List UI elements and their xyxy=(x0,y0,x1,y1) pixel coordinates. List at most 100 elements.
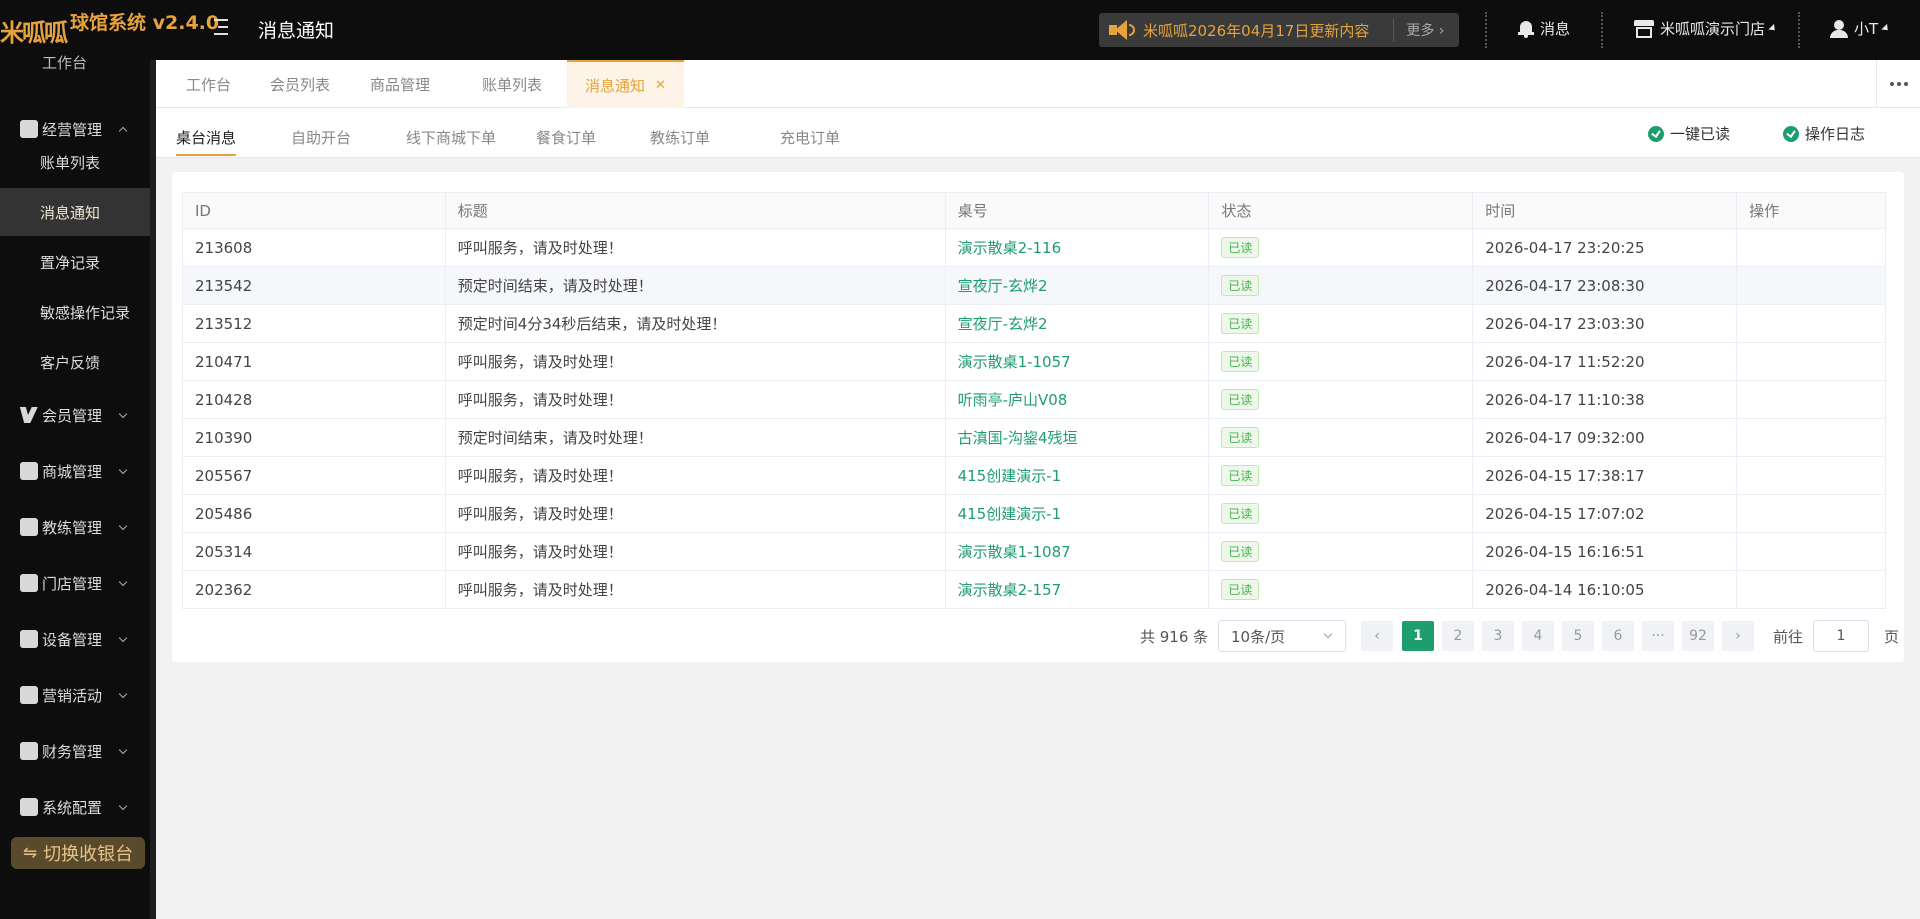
tab-workbench[interactable]: 工作台 xyxy=(168,60,249,108)
more-icon[interactable] xyxy=(1876,60,1920,108)
cell-time: 2026-04-14 16:10:05 xyxy=(1472,570,1738,609)
cell-time: 2026-04-17 09:32:00 xyxy=(1472,418,1738,457)
subtab-self-open[interactable]: 自助开台 xyxy=(291,127,351,148)
prev-page-icon[interactable]: ‹ xyxy=(1361,621,1393,651)
store-icon xyxy=(20,574,38,592)
table-no-link[interactable]: 古滇国-沟鋆4残垣 xyxy=(958,429,1078,447)
tab-messages[interactable]: 消息通知 ✕ xyxy=(567,60,684,108)
user-menu[interactable]: 小T xyxy=(1830,18,1891,39)
cell-actions xyxy=(1736,304,1886,343)
status-badge: 已读 xyxy=(1221,313,1260,334)
member-icon xyxy=(20,406,38,424)
page-title: 消息通知 xyxy=(258,20,335,42)
cell-table-no: 演示散桌2-116 xyxy=(944,228,1210,267)
sidebar-group-label: 经营管理 xyxy=(42,120,103,139)
sidebar-group-marketing[interactable]: 营销活动 xyxy=(0,675,150,715)
business-icon xyxy=(20,120,38,138)
cell-title: 呼叫服务，请及时处理！ xyxy=(444,532,946,571)
next-page-icon[interactable]: › xyxy=(1722,621,1754,651)
sidebar-group-members[interactable]: 会员管理 xyxy=(0,395,150,435)
switch-icon: ⇋ xyxy=(22,843,38,863)
mark-all-read-button[interactable]: 一键已读 xyxy=(1648,123,1730,144)
cell-actions xyxy=(1736,418,1886,457)
notice-more-link[interactable]: 更多 › xyxy=(1406,20,1444,40)
cell-title: 呼叫服务，请及时处理！ xyxy=(444,342,946,381)
switch-cashier-button[interactable]: ⇋ 切换收银台 xyxy=(11,837,145,869)
cell-status: 已读 xyxy=(1208,304,1474,343)
page-button[interactable]: 2 xyxy=(1442,621,1474,651)
table-no-link[interactable]: 415创建演示-1 xyxy=(958,467,1062,485)
chevron-down-icon xyxy=(1323,629,1333,639)
status-badge: 已读 xyxy=(1221,237,1260,258)
menu-toggle-icon[interactable] xyxy=(214,17,234,37)
subtab-table-messages[interactable]: 桌台消息 xyxy=(176,127,236,148)
sidebar-item-messages[interactable]: 消息通知 xyxy=(0,188,150,236)
sidebar-scrollbar[interactable] xyxy=(150,60,156,919)
sidebar-group-system[interactable]: 系统配置 xyxy=(0,787,150,827)
notice-text[interactable]: 米呱呱2026年04月17日更新内容 xyxy=(1143,20,1369,41)
cell-time: 2026-04-15 17:07:02 xyxy=(1472,494,1738,533)
app-title: 球馆系统 v2.4.0 xyxy=(70,12,220,34)
table-no-link[interactable]: 演示散桌2-157 xyxy=(958,581,1062,599)
status-badge: 已读 xyxy=(1221,541,1260,562)
cell-time: 2026-04-17 11:10:38 xyxy=(1472,380,1738,419)
table-row: 213542 预定时间结束，请及时处理！ 宣夜厅-玄烨2 已读 2026-04-… xyxy=(182,266,1886,305)
tab-products[interactable]: 商品管理 xyxy=(352,60,448,108)
sidebar-group-device[interactable]: 设备管理 xyxy=(0,619,150,659)
sidebar-group-coach[interactable]: 教练管理 xyxy=(0,507,150,547)
cell-table-no: 宣夜厅-玄烨2 xyxy=(944,304,1210,343)
total-count: 共 916 条 xyxy=(1140,628,1209,646)
page-button[interactable]: 4 xyxy=(1522,621,1554,651)
cell-status: 已读 xyxy=(1208,266,1474,305)
table-no-link[interactable]: 演示散桌1-1057 xyxy=(958,353,1071,371)
page-button[interactable]: 92 xyxy=(1682,621,1714,651)
sidebar-group-mall[interactable]: 商城管理 xyxy=(0,451,150,491)
page-button[interactable]: 3 xyxy=(1482,621,1514,651)
mall-icon xyxy=(20,462,38,480)
sidebar-item-clean-records[interactable]: 置净记录 xyxy=(0,238,150,286)
table-no-link[interactable]: 演示散桌1-1087 xyxy=(958,543,1071,561)
close-icon[interactable]: ✕ xyxy=(655,78,666,93)
sidebar-group-store[interactable]: 门店管理 xyxy=(0,563,150,603)
sidebar-item-sensitive-ops[interactable]: 敏感操作记录 xyxy=(0,288,150,336)
dropdown-caret-icon xyxy=(1768,23,1778,34)
update-notice[interactable]: 米呱呱2026年04月17日更新内容 更多 › xyxy=(1099,13,1459,47)
cell-status: 已读 xyxy=(1208,494,1474,533)
tab-bar: 工作台 会员列表 商品管理 账单列表 消息通知 ✕ xyxy=(156,60,1920,108)
page-size-select[interactable]: 10条/页 xyxy=(1218,620,1346,652)
goto-page-input[interactable] xyxy=(1813,620,1869,652)
table-no-link[interactable]: 演示散桌2-116 xyxy=(958,239,1062,257)
grid-icon xyxy=(20,798,38,816)
page-button[interactable]: 6 xyxy=(1602,621,1634,651)
header-divider xyxy=(1798,12,1800,48)
device-icon xyxy=(20,630,38,648)
tab-member-list[interactable]: 会员列表 xyxy=(252,60,348,108)
chevron-down-icon xyxy=(118,745,128,755)
page-ellipsis[interactable]: ··· xyxy=(1642,621,1674,651)
page-button[interactable]: 1 xyxy=(1402,621,1434,651)
cell-actions xyxy=(1736,532,1886,571)
messages-button[interactable]: 消息 xyxy=(1518,18,1570,39)
subtab-food-orders[interactable]: 餐食订单 xyxy=(536,127,596,148)
table-row: 213608 呼叫服务，请及时处理！ 演示散桌2-116 已读 2026-04-… xyxy=(182,228,1886,267)
cell-actions xyxy=(1736,266,1886,305)
operation-log-button[interactable]: 操作日志 xyxy=(1783,123,1865,144)
table-no-link[interactable]: 宣夜厅-玄烨2 xyxy=(958,315,1048,333)
sidebar-item-feedback[interactable]: 客户反馈 xyxy=(0,338,150,386)
store-selector[interactable]: 米呱呱演示门店 xyxy=(1634,18,1778,39)
tab-bills[interactable]: 账单列表 xyxy=(464,60,560,108)
page-button[interactable]: 5 xyxy=(1562,621,1594,651)
subtab-charging-orders[interactable]: 充电订单 xyxy=(780,127,840,148)
cell-table-no: 古滇国-沟鋆4残垣 xyxy=(944,418,1210,457)
subtab-offline-mall[interactable]: 线下商城下单 xyxy=(406,127,496,148)
table-no-link[interactable]: 宣夜厅-玄烨2 xyxy=(958,277,1048,295)
table-no-link[interactable]: 听雨亭-庐山V08 xyxy=(958,391,1068,409)
cell-id: 210471 xyxy=(182,342,446,381)
sidebar-item-workbench[interactable]: 工作台 xyxy=(42,52,87,73)
table-no-link[interactable]: 415创建演示-1 xyxy=(958,505,1062,523)
cell-id: 213512 xyxy=(182,304,446,343)
sidebar-item-bills[interactable]: 账单列表 xyxy=(0,138,150,186)
sub-tab-bar: 桌台消息 自助开台 线下商城下单 餐食订单 教练订单 充电订单 一键已读 操作日… xyxy=(156,108,1920,158)
subtab-coach-orders[interactable]: 教练订单 xyxy=(650,127,710,148)
sidebar-group-finance[interactable]: 财务管理 xyxy=(0,731,150,771)
